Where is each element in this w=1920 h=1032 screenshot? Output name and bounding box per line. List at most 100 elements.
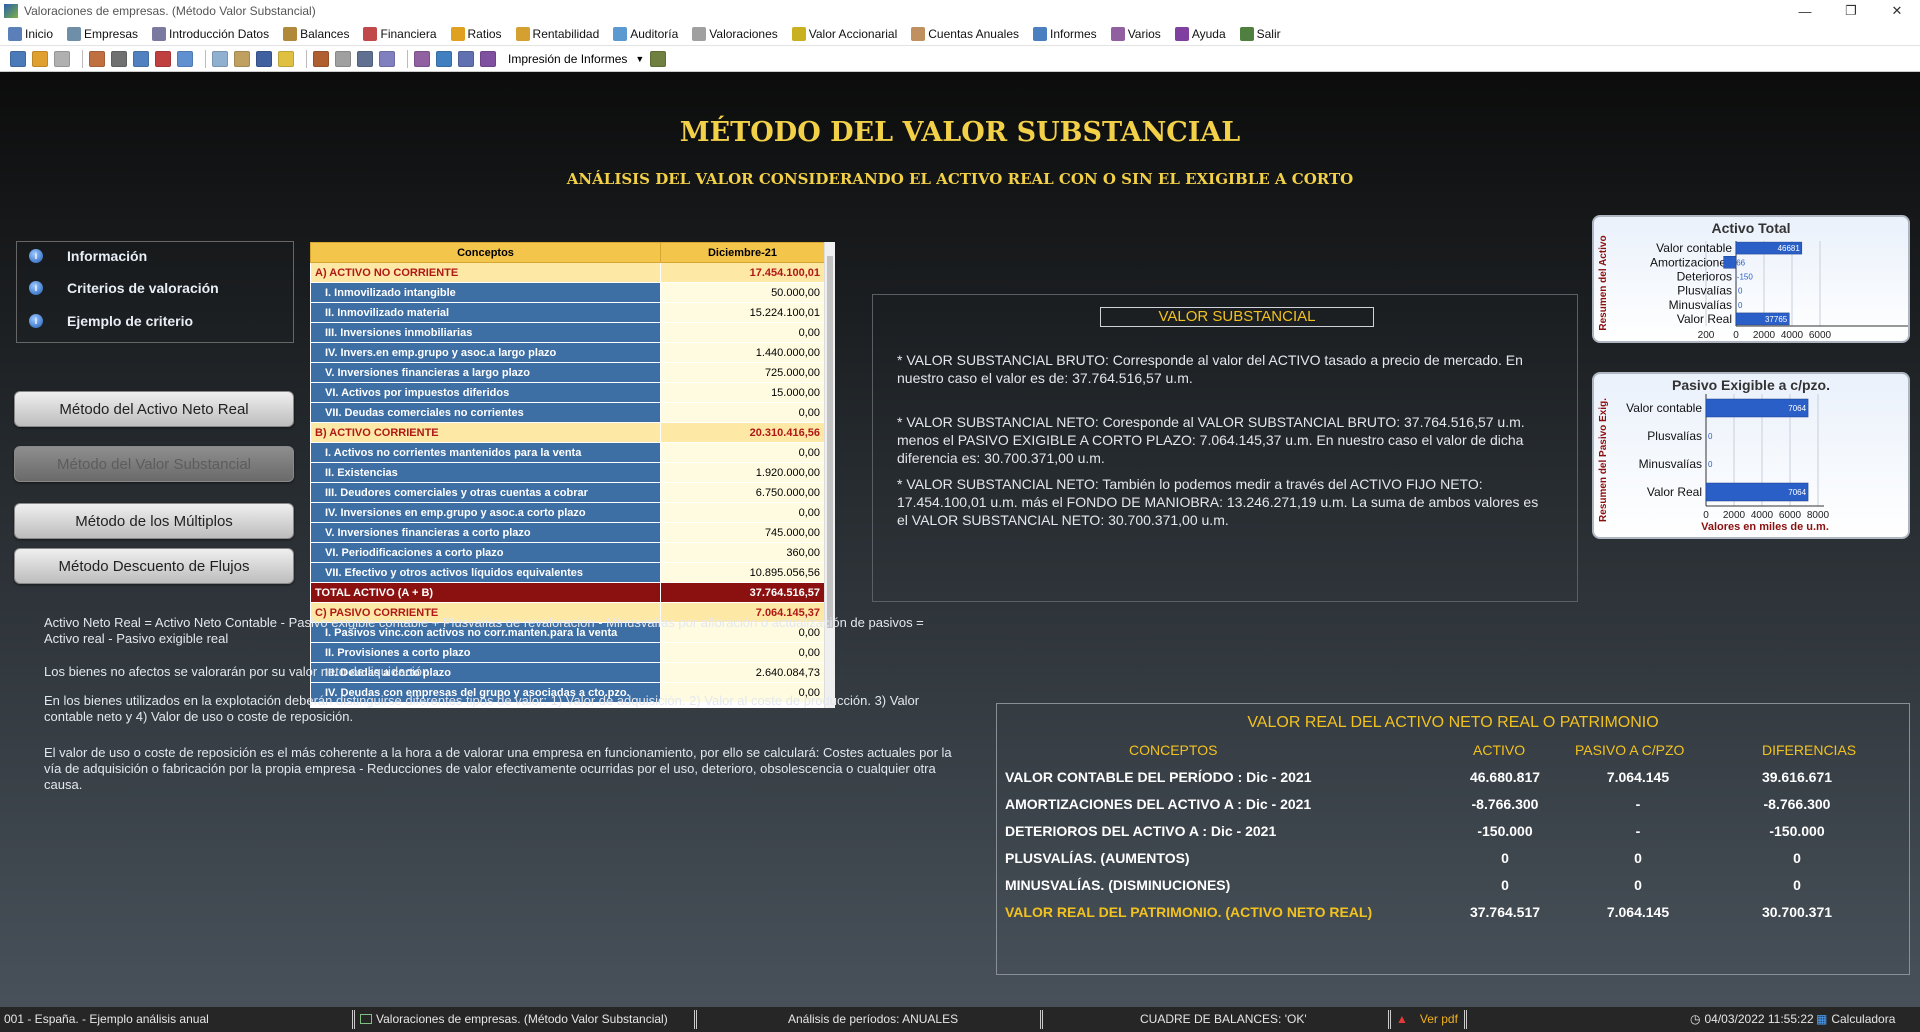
menu-item-cuentas-anuales[interactable]: Cuentas Anuales [911,26,1019,41]
status-window: Valoraciones de empresas. (Método Valor … [360,1012,668,1026]
chart-category-label: Amortizaciones [1650,255,1732,269]
menu-item-valor-accionarial[interactable]: Valor Accionarial [791,26,897,41]
table-row[interactable]: VII. Efectivo y otros activos líquidos e… [310,562,825,583]
row-value: 7.064.145 [1606,904,1670,920]
toolbar-button-icon[interactable] [414,50,430,67]
menu-icon [283,26,298,41]
menu-item-auditoria[interactable]: Auditoría [613,26,678,41]
menu-item-informes[interactable]: Informes [1033,26,1097,41]
toolbar-button-icon[interactable] [155,50,171,67]
menu-item-salir[interactable]: Salir [1239,26,1281,41]
toolbar-button-icon[interactable] [212,50,228,67]
example-link[interactable]: i Ejemplo de criterio [29,313,193,329]
toolbar: Impresión de Informes ▼ [0,46,1920,72]
toolbar-button-icon[interactable] [650,50,667,67]
chart-data-label: 0 [1738,301,1743,310]
row-concept: DETERIOROS DEL ACTIVO A : Dic - 2021 [1005,823,1277,839]
menu-item-rentabilidad[interactable]: Rentabilidad [515,26,599,41]
toolbar-button-icon[interactable] [313,50,329,67]
menu-item-label: Varios [1127,26,1161,41]
toolbar-button-icon[interactable] [379,50,395,67]
menu-icon [515,26,530,41]
toolbar-button-icon[interactable] [278,50,294,67]
toolbar-button-icon[interactable] [32,50,48,67]
row-value: 7.064.145 [1606,769,1670,785]
method-multiplos-button[interactable]: Método de los Múltiplos [14,503,294,539]
table-row[interactable]: VI. Periodificaciones a corto plazo 360,0… [310,542,825,563]
calculator-button[interactable]: ▦ Calculadora [1816,1012,1895,1026]
row-value: 0,00 [660,402,825,423]
valor-real-row: VALOR REAL DEL PATRIMONIO. (ACTIVO NETO … [997,904,1909,924]
menu-item-introduccion-datos[interactable]: Introducción Datos [152,26,269,41]
row-concept: I. Inmovilizado intangible [310,282,661,303]
menu-icon [613,26,628,41]
table-row[interactable]: TOTAL ACTIVO (A + B) 37.764.516,57 [310,582,825,603]
restore-button[interactable]: ❐ [1828,0,1874,22]
chart-tick-label: 4000 [1781,330,1804,341]
toolbar-button-icon[interactable] [256,50,272,67]
table-row[interactable]: VI. Activos por impuestos diferidos 15.00… [310,382,825,403]
toolbar-button-icon[interactable] [54,50,70,67]
table-row[interactable]: II. Existencias 1.920.000,00 [310,462,825,483]
toolbar-button-icon[interactable] [436,50,452,67]
valor-substancial-paragraph: * VALOR SUBSTANCIAL BRUTO: Corresponde a… [897,352,1523,386]
toolbar-button-icon[interactable] [480,50,496,67]
menu-item-valoraciones[interactable]: Valoraciones [692,26,778,41]
method-activo-neto-real-button[interactable]: Método del Activo Neto Real [14,391,294,427]
table-row[interactable]: I. Inmovilizado intangible 50.000,00 [310,282,825,303]
header-activo: ACTIVO [1473,742,1526,758]
table-row[interactable]: IV. Invers.en emp.grupo y asoc.a largo p… [310,342,825,363]
valor-real-row: AMORTIZACIONES DEL ACTIVO A : Dic - 2021… [997,796,1909,816]
menu-item-financiera[interactable]: Financiera [363,26,437,41]
menu-item-label: Financiera [380,26,437,41]
report-print-dropdown[interactable]: Impresión de Informes ▼ [508,52,644,66]
table-row[interactable]: VII. Deudas comerciales no corrientes 0,0… [310,402,825,423]
table-row[interactable]: V. Inversiones financieras a corto plazo… [310,522,825,543]
row-concept: B) ACTIVO CORRIENTE [310,422,661,443]
row-concept: II. Inmovilizado material [310,302,661,323]
menu-item-ratios[interactable]: Ratios [450,26,502,41]
table-row[interactable]: V. Inversiones financieras a largo plazo… [310,362,825,383]
row-value: 37.764.516,57 [660,582,825,603]
app-icon [4,4,18,18]
valor-real-row: PLUSVALÍAS. (AUMENTOS) 0 0 0 [997,850,1909,870]
menu-item-varios[interactable]: Varios [1110,26,1161,41]
view-pdf-link[interactable]: ▲ Ver pdf [1396,1012,1458,1026]
table-row[interactable]: B) ACTIVO CORRIENTE 20.310.416,56 [310,422,825,443]
table-row[interactable]: A) ACTIVO NO CORRIENTE 17.454.100,01 [310,262,825,283]
row-concept: IV. Invers.en emp.grupo y asoc.a largo p… [310,342,661,363]
toolbar-separator [407,49,408,68]
close-button[interactable]: ✕ [1874,0,1920,22]
info-link[interactable]: i Información [29,248,147,264]
table-row[interactable]: I. Activos no corrientes mantenidos para… [310,442,825,463]
valor-real-header-row: CONCEPTOS ACTIVO PASIVO A C/PZO DIFERENC… [997,742,1909,762]
table-row[interactable]: III. Deudores comerciales y otras cuenta… [310,482,825,503]
table-row[interactable]: IV. Inversiones en emp.grupo y asoc.a co… [310,502,825,523]
menu-item-balances[interactable]: Balances [283,26,349,41]
table-row[interactable]: III. Inversiones inmobiliarias 0,00 [310,322,825,343]
menu-item-label: Empresas [84,26,139,41]
toolbar-button-icon[interactable] [10,50,26,67]
toolbar-button-icon[interactable] [133,50,149,67]
row-concept: IV. Inversiones en emp.grupo y asoc.a co… [310,502,661,523]
row-value: 0,00 [660,502,825,523]
minimize-button[interactable]: — [1782,0,1828,22]
menu-item-inicio[interactable]: Inicio [8,26,53,41]
toolbar-button-icon[interactable] [234,50,250,67]
criteria-link[interactable]: i Criterios de valoración [29,280,219,296]
table-row[interactable]: II. Inmovilizado material 15.224.100,01 [310,302,825,323]
toolbar-button-icon[interactable] [111,50,127,67]
scrollbar-thumb[interactable] [827,256,833,628]
method-descuento-flujos-button[interactable]: Método Descuento de Flujos [14,548,294,584]
toolbar-button-icon[interactable] [89,50,105,67]
menu-icon [1239,26,1254,41]
toolbar-button-icon[interactable] [177,50,193,67]
toolbar-button-icon[interactable] [458,50,474,67]
toolbar-button-icon[interactable] [357,50,373,67]
toolbar-button-icon[interactable] [335,50,351,67]
menu-item-ayuda[interactable]: Ayuda [1174,26,1226,41]
info-icon: i [29,281,43,295]
menu-item-empresas[interactable]: Empresas [67,26,139,41]
row-value: -150.000 [1477,823,1533,839]
chart-tick-label: 6000 [1809,330,1832,341]
